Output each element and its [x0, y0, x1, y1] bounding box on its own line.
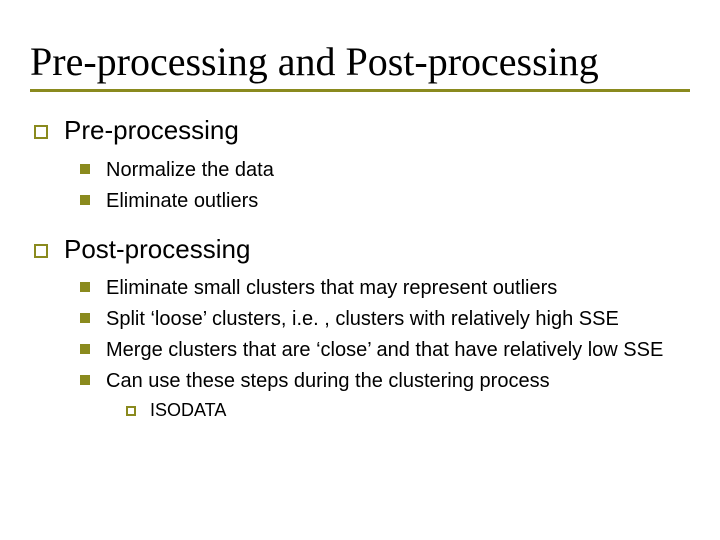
- list-item-text: Eliminate small clusters that may repres…: [106, 275, 557, 302]
- list-item-text: Split ‘loose’ clusters, i.e. , clusters …: [106, 306, 619, 333]
- list-item-text: Can use these steps during the clusterin…: [106, 368, 550, 395]
- section-heading-text: Post-processing: [64, 233, 250, 266]
- section-items: Eliminate small clusters that may repres…: [80, 275, 690, 422]
- list-item-text: Merge clusters that are ‘close’ and that…: [106, 337, 663, 364]
- slide-title: Pre-processing and Post-processing: [30, 38, 690, 85]
- square-solid-icon: [80, 344, 90, 354]
- slide-body: Pre-processing Normalize the data Elimin…: [30, 114, 690, 422]
- list-item: Eliminate outliers: [80, 188, 690, 215]
- section-heading: Pre-processing: [34, 114, 690, 147]
- list-item: Eliminate small clusters that may repres…: [80, 275, 690, 302]
- sub-list-item: ISODATA: [126, 399, 690, 422]
- square-open-icon: [126, 406, 136, 416]
- square-solid-icon: [80, 282, 90, 292]
- slide: Pre-processing and Post-processing Pre-p…: [0, 0, 720, 540]
- section-heading-text: Pre-processing: [64, 114, 239, 147]
- sub-items: ISODATA: [126, 399, 690, 422]
- square-solid-icon: [80, 313, 90, 323]
- list-item-text: Eliminate outliers: [106, 188, 258, 215]
- sub-list-item-text: ISODATA: [150, 399, 226, 422]
- section-heading: Post-processing: [34, 233, 690, 266]
- section-items: Normalize the data Eliminate outliers: [80, 157, 690, 215]
- square-solid-icon: [80, 195, 90, 205]
- square-open-icon: [34, 125, 48, 139]
- list-item-text: Normalize the data: [106, 157, 274, 184]
- list-item: Normalize the data: [80, 157, 690, 184]
- list-item: Merge clusters that are ‘close’ and that…: [80, 337, 690, 364]
- list-item: Can use these steps during the clusterin…: [80, 368, 690, 395]
- title-rule: [30, 89, 690, 92]
- square-solid-icon: [80, 164, 90, 174]
- square-solid-icon: [80, 375, 90, 385]
- square-open-icon: [34, 244, 48, 258]
- list-item: Split ‘loose’ clusters, i.e. , clusters …: [80, 306, 690, 333]
